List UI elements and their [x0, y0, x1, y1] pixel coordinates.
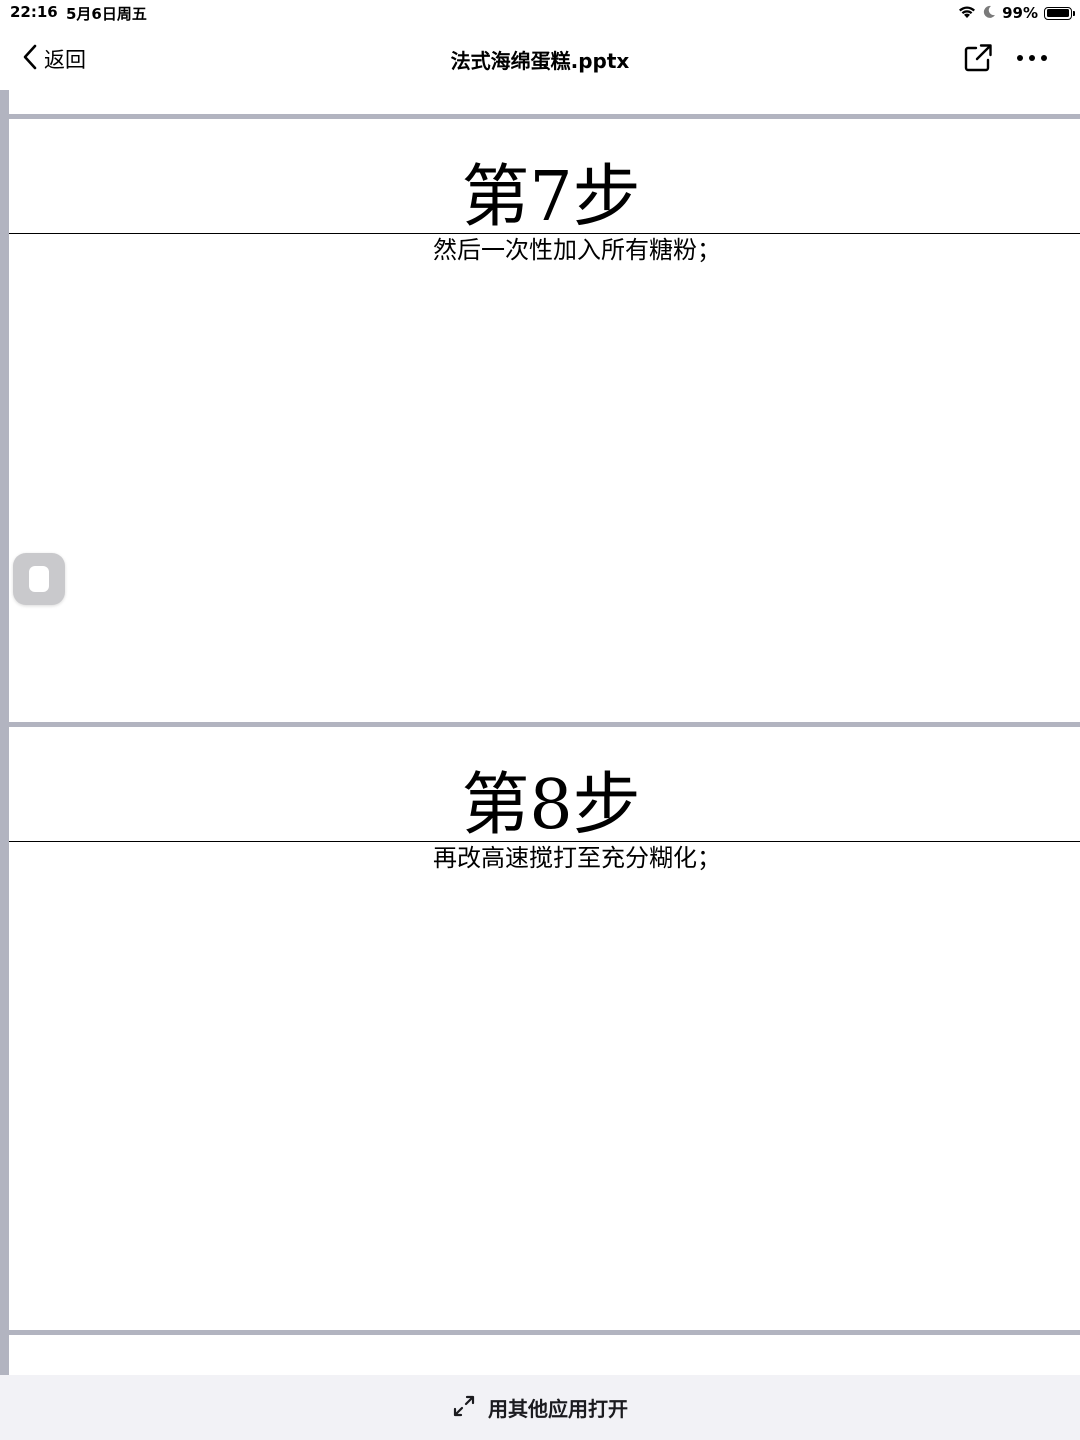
- floating-touch-button[interactable]: [13, 553, 65, 605]
- viewer-left-edge: [0, 90, 9, 1375]
- open-with-label: 用其他应用打开: [488, 1397, 628, 1421]
- slide-body: 然后一次性加入所有糖粉；: [433, 236, 721, 264]
- share-button[interactable]: [962, 42, 994, 74]
- expand-icon: [452, 1394, 476, 1422]
- open-with-other-app-button[interactable]: 用其他应用打开: [0, 1393, 1080, 1422]
- slide-8: 第8步 再改高速搅打至充分糊化；: [9, 727, 1080, 1329]
- slide-body: 再改高速搅打至充分糊化；: [433, 844, 721, 872]
- nav-bar: 返回 法式海绵蛋糕.pptx: [0, 30, 1080, 88]
- battery-icon: [1044, 6, 1075, 20]
- slide-separator: [9, 1330, 1080, 1335]
- document-viewer[interactable]: 第7步 然后一次性加入所有糖粉； 第8步 再改高速搅打至充分糊化；: [0, 90, 1080, 1375]
- slide-title: 第8步: [461, 766, 641, 845]
- status-date: 5月6日周五: [66, 5, 147, 23]
- status-bar: 22:16 5月6日周五 99%: [0, 0, 1080, 26]
- more-icon: [1012, 55, 1052, 76]
- floating-touch-icon: [29, 566, 49, 592]
- wifi-icon: [957, 4, 977, 23]
- slide-title: 第7步: [461, 158, 641, 237]
- status-indicators: 99%: [957, 3, 1075, 23]
- document-title: 法式海绵蛋糕.pptx: [450, 49, 630, 73]
- status-time: 22:16: [10, 3, 58, 21]
- share-icon: [962, 44, 994, 78]
- moon-icon: [983, 4, 996, 23]
- more-button[interactable]: [1012, 44, 1052, 72]
- battery-level: [1046, 9, 1070, 17]
- slide-7: 第7步 然后一次性加入所有糖粉；: [9, 119, 1080, 721]
- battery-percentage: 99%: [1002, 4, 1038, 22]
- bottom-bar: 用其他应用打开: [0, 1375, 1080, 1440]
